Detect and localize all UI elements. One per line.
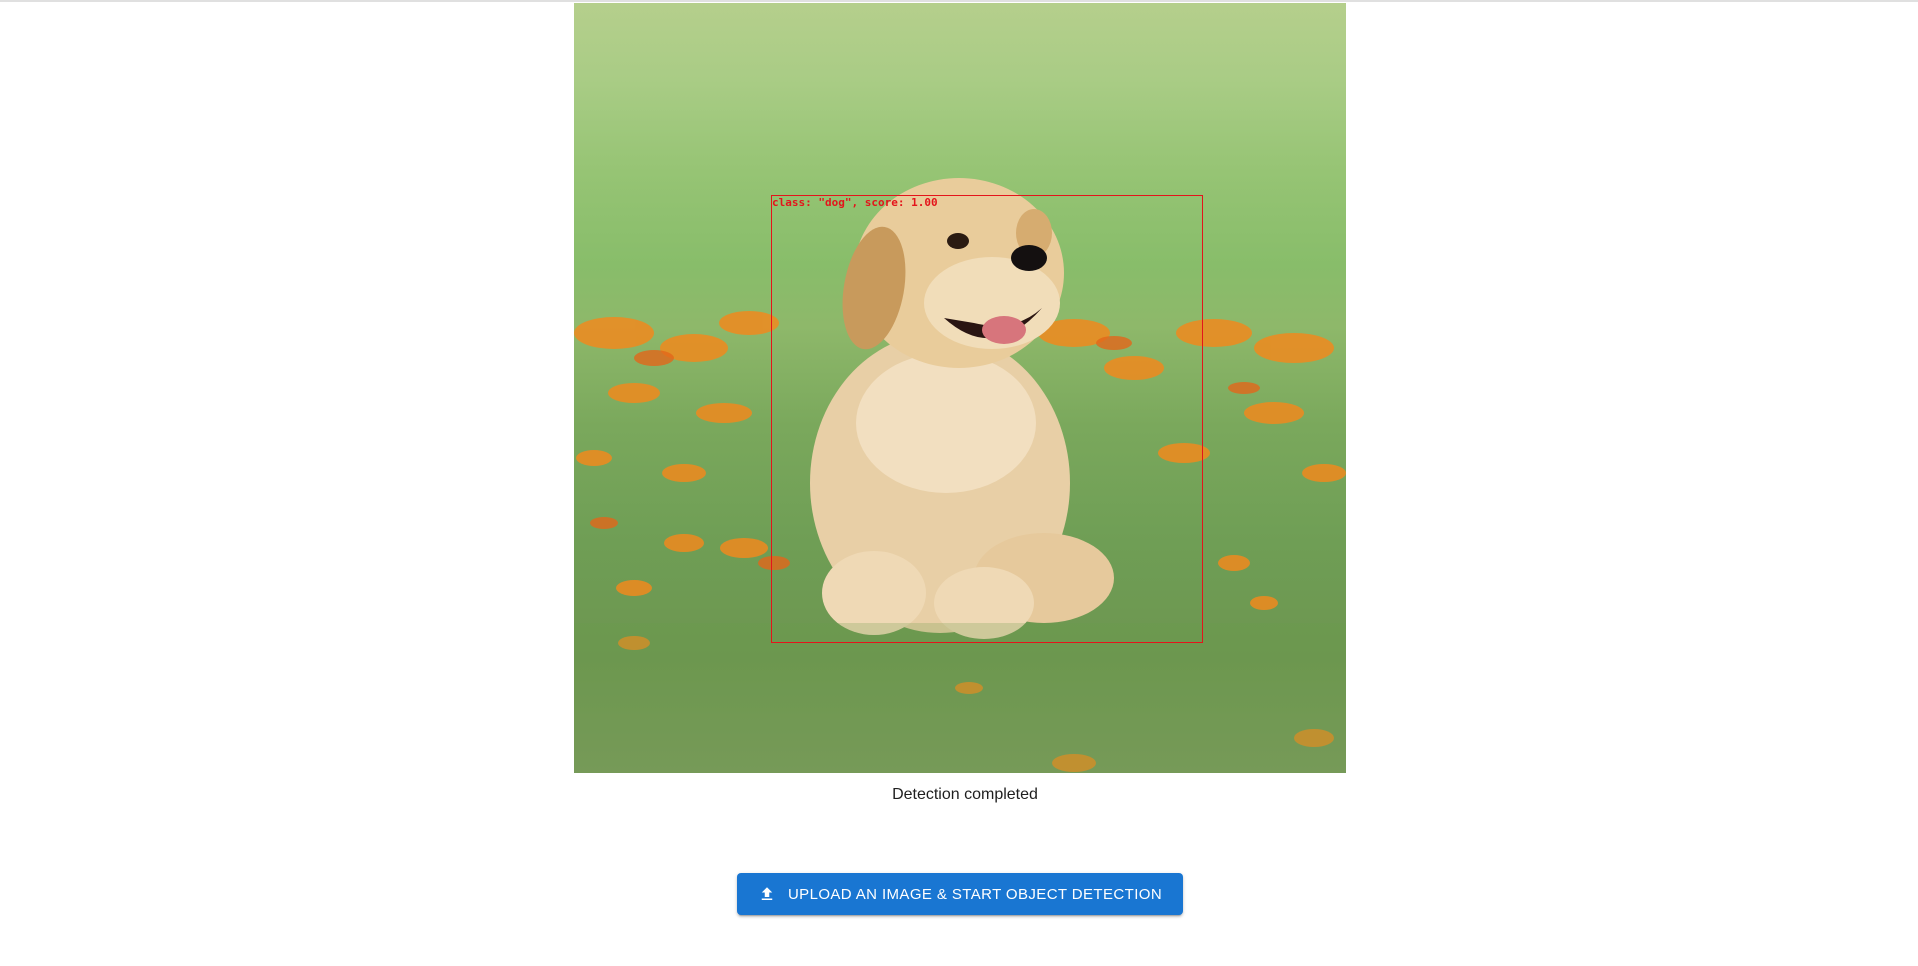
- upload-icon: [761, 887, 773, 900]
- top-divider: [0, 0, 1918, 2]
- detection-bounding-box: class: "dog", score: 1.00: [771, 195, 1203, 643]
- page: class: "dog", score: 1.00 Detection comp…: [0, 0, 1918, 966]
- upload-image-button[interactable]: UPLOAD AN IMAGE & START OBJECT DETECTION: [737, 873, 1183, 915]
- status-message: Detection completed: [892, 786, 1038, 803]
- detection-box-label: class: "dog", score: 1.00: [772, 196, 938, 209]
- detection-result-image: class: "dog", score: 1.00: [574, 3, 1346, 773]
- upload-button-label: UPLOAD AN IMAGE & START OBJECT DETECTION: [787, 885, 1163, 903]
